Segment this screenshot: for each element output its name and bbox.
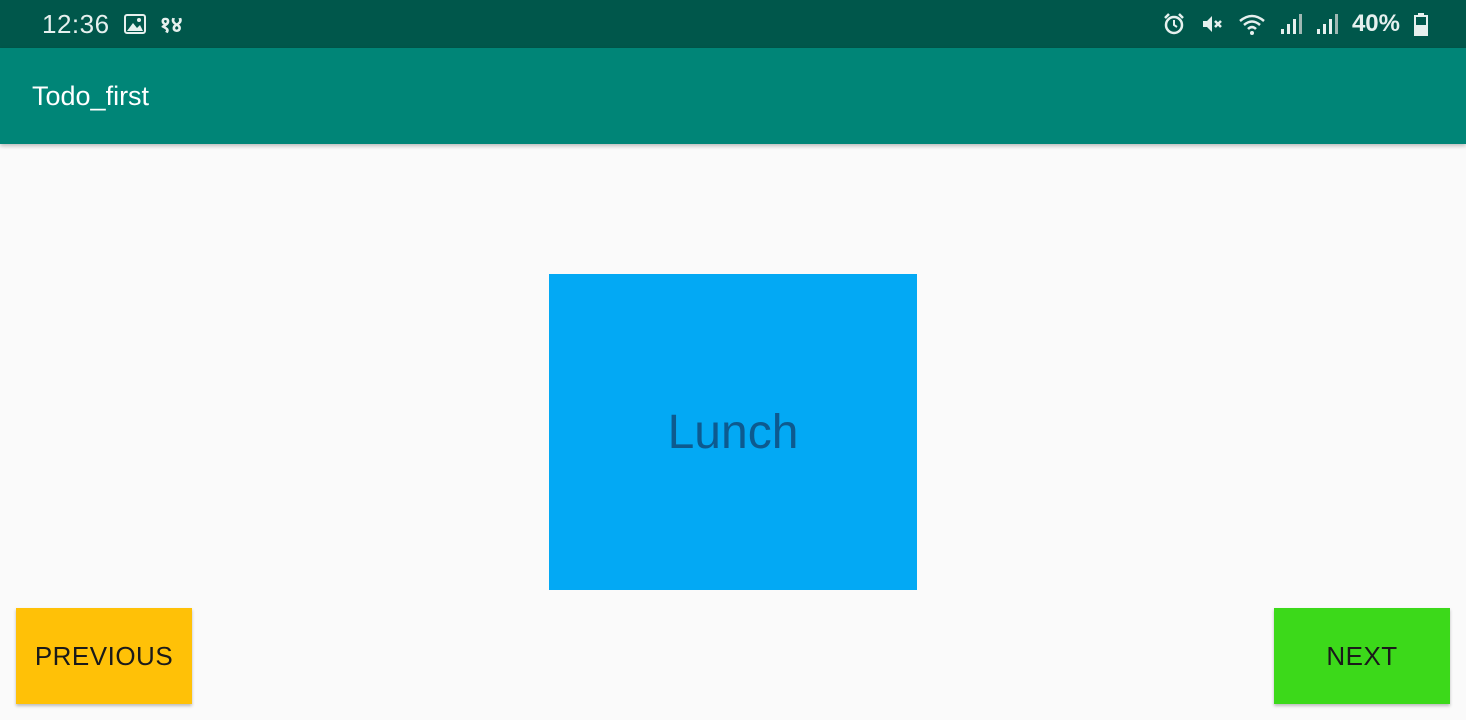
- app-bar: Todo_first: [0, 48, 1466, 144]
- wifi-icon: [1238, 12, 1266, 36]
- status-time: 12:36: [42, 8, 110, 39]
- alarm-icon: [1162, 12, 1186, 36]
- status-bar-right: 40%: [1162, 10, 1428, 38]
- mute-icon: [1200, 12, 1224, 36]
- previous-button[interactable]: PREVIOUS: [16, 608, 192, 704]
- signal-icon: [1280, 13, 1302, 35]
- image-icon: [123, 14, 146, 34]
- todo-card-label: Lunch: [667, 405, 799, 459]
- status-bar-left: 12:36 १४: [42, 9, 182, 40]
- next-button[interactable]: NEXT: [1274, 608, 1450, 704]
- battery-icon: [1414, 12, 1428, 36]
- signal-icon: [1316, 13, 1338, 35]
- todo-card: Lunch: [549, 274, 917, 590]
- battery-percent: 40%: [1351, 10, 1400, 37]
- status-extra-text: १४: [159, 12, 183, 37]
- status-bar: 12:36 १४ 40%: [0, 0, 1466, 48]
- app-title: Todo_first: [32, 80, 150, 111]
